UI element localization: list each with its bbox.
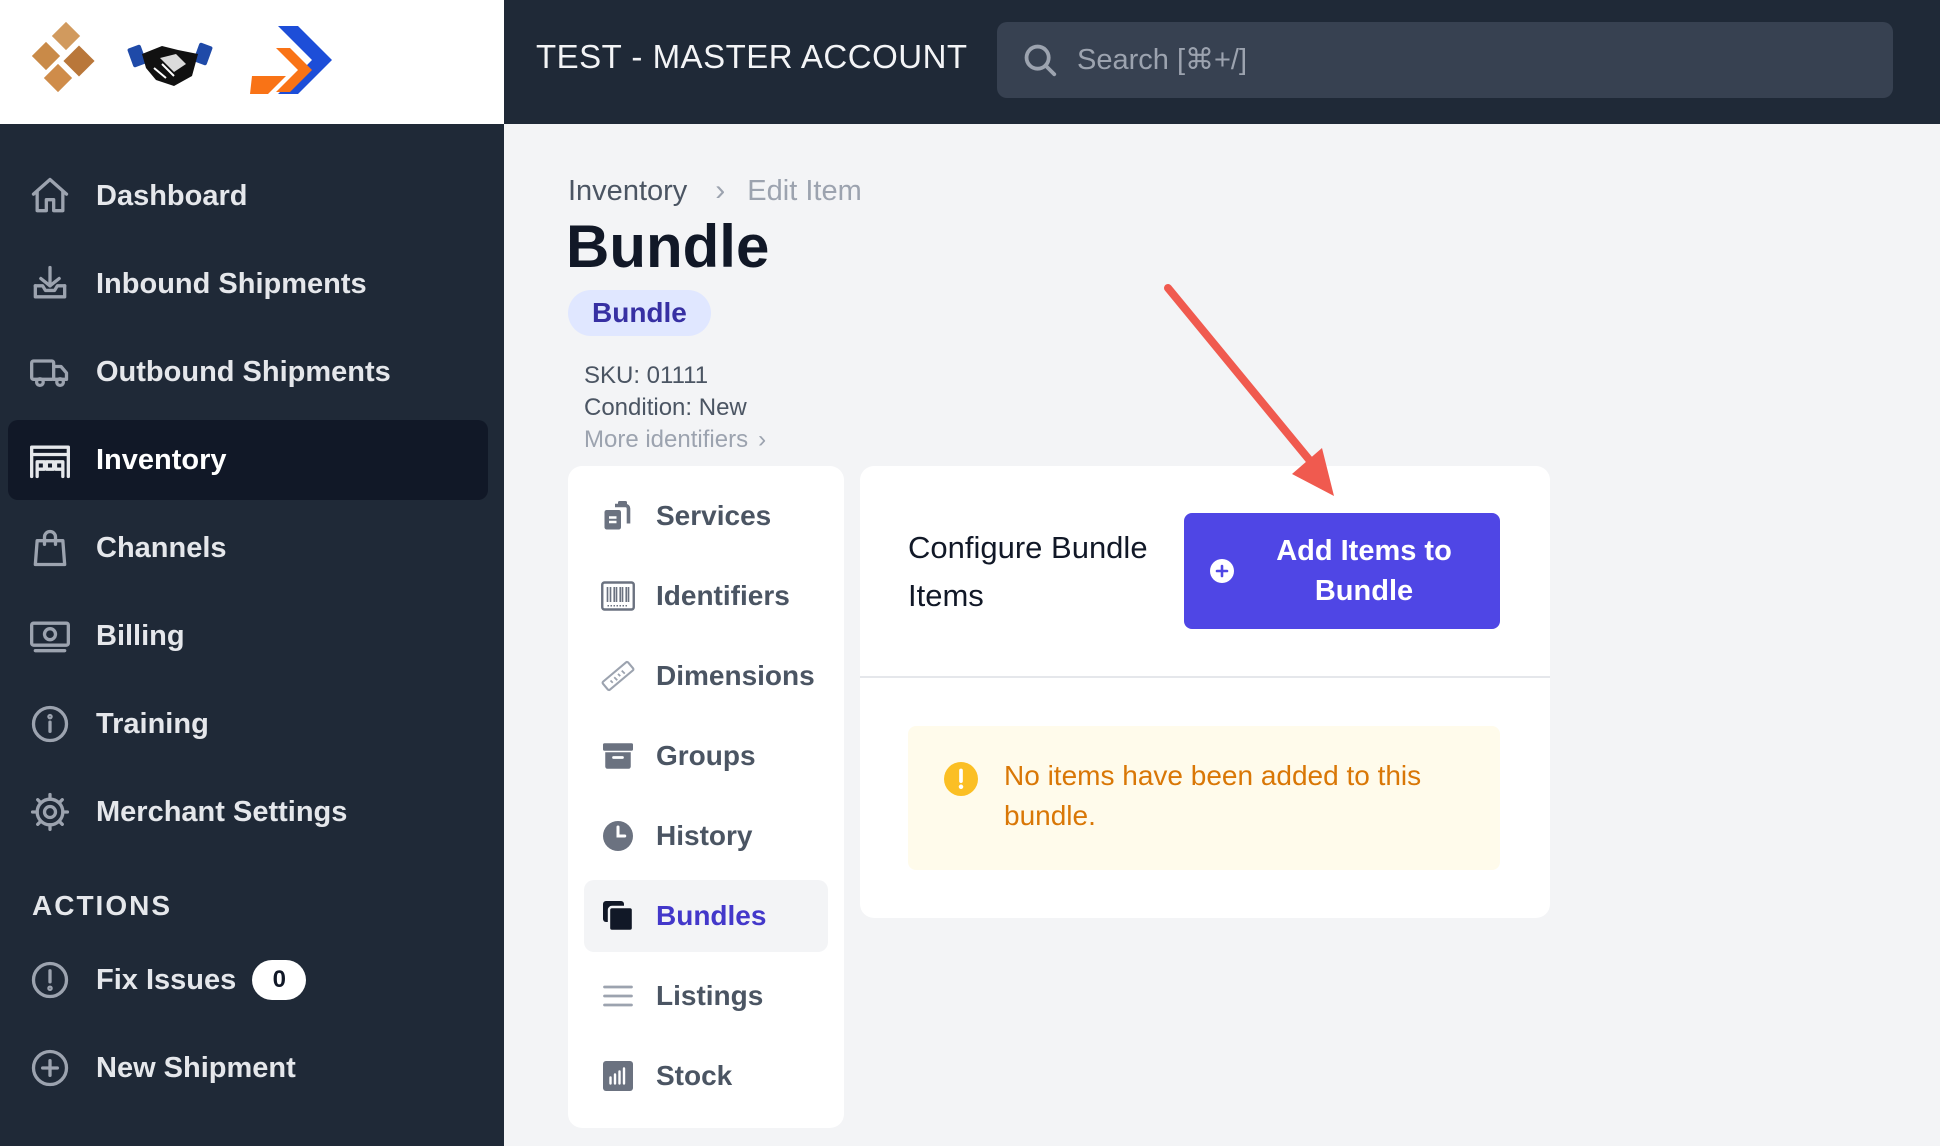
- subnav-item-stock[interactable]: Stock: [584, 1040, 828, 1112]
- barcode-icon: [598, 576, 638, 616]
- search-icon: [1024, 44, 1057, 77]
- issues-count-badge: 0: [252, 960, 307, 1000]
- sidebar-item-label: Outbound Shipments: [96, 355, 391, 388]
- search-bar[interactable]: [997, 22, 1893, 98]
- exclamation-circle-icon: [26, 956, 74, 1004]
- sidebar-item-outbound-shipments[interactable]: Outbound Shipments: [8, 332, 488, 412]
- sidebar-item-inbound-shipments[interactable]: Inbound Shipments: [8, 244, 488, 324]
- more-identifiers-link[interactable]: More identifiers ›: [584, 426, 766, 454]
- sidebar-item-label: New Shipment: [96, 1051, 296, 1084]
- shopping-bag-icon: [26, 524, 74, 572]
- subnav-item-history[interactable]: History: [584, 800, 828, 872]
- cog-icon: [26, 788, 74, 836]
- add-items-button-label: Add Items to Bundle: [1276, 535, 1452, 607]
- breadcrumb: Inventory › Edit Item: [568, 174, 862, 208]
- more-identifiers-label: More identifiers: [584, 426, 749, 453]
- sidebar-item-label: Training: [96, 707, 209, 740]
- subnav-item-label: Services: [656, 500, 772, 531]
- add-items-to-bundle-button[interactable]: Add Items to Bundle: [1184, 513, 1500, 629]
- empty-bundle-alert: No items have been added to this bundle.: [908, 726, 1500, 870]
- subnav-item-label: Groups: [656, 740, 756, 771]
- card-title: Configure Bundle Items: [908, 530, 1148, 613]
- exclamation-circle-icon: [944, 762, 978, 796]
- cash-icon: [26, 612, 74, 660]
- menu-lines-icon: [598, 976, 638, 1016]
- info-circle-icon: [26, 700, 74, 748]
- clock-icon: [598, 816, 638, 856]
- actions-section-title: ACTIONS: [32, 890, 172, 921]
- item-section-nav: Services Identifiers Dimensions Groups H…: [568, 466, 844, 1128]
- subnav-item-label: Listings: [656, 980, 764, 1011]
- sidebar-item-label: Fix Issues: [96, 963, 237, 996]
- subnav-item-listings[interactable]: Listings: [584, 960, 828, 1032]
- subnav-item-dimensions[interactable]: Dimensions: [584, 640, 828, 712]
- plus-circle-icon: [26, 1044, 74, 1092]
- sidebar-item-training[interactable]: Training: [8, 684, 488, 764]
- warehouse-icon: [26, 436, 74, 484]
- sidebar-action-new-shipment[interactable]: New Shipment: [8, 1028, 488, 1108]
- card-divider: [860, 676, 1550, 678]
- subnav-item-label: History: [656, 820, 753, 851]
- subnav-item-identifiers[interactable]: Identifiers: [584, 560, 828, 632]
- item-condition: Condition: New: [584, 394, 747, 421]
- subnav-item-bundles[interactable]: Bundles: [584, 880, 828, 952]
- sidebar-item-label: Inventory: [96, 443, 227, 476]
- item-sku: SKU: 01111: [584, 362, 709, 389]
- sidebar-item-inventory[interactable]: Inventory: [8, 420, 488, 500]
- home-icon: [26, 172, 74, 220]
- logo-bar: [0, 0, 504, 124]
- sidebar-item-billing[interactable]: Billing: [8, 596, 488, 676]
- subnav-item-groups[interactable]: Groups: [584, 720, 828, 792]
- sidebar-action-fix-issues[interactable]: Fix Issues 0: [8, 940, 488, 1020]
- top-header: TEST - MASTER ACCOUNT: [504, 0, 1940, 124]
- chevron-right-icon: ›: [758, 426, 767, 453]
- empty-bundle-message: No items have been added to this bundle.: [1004, 760, 1422, 831]
- subnav-item-label: Dimensions: [656, 660, 815, 691]
- diamond-logo[interactable]: [22, 20, 102, 104]
- arrow-logo[interactable]: [246, 20, 342, 104]
- sidebar-item-merchant-settings[interactable]: Merchant Settings: [8, 772, 488, 852]
- subnav-item-label: Bundles: [656, 900, 767, 931]
- account-title[interactable]: TEST - MASTER ACCOUNT: [536, 38, 968, 76]
- sidebar-item-label: Inbound Shipments: [96, 267, 367, 300]
- subnav-item-services[interactable]: Services: [584, 480, 828, 552]
- collection-icon: [598, 896, 638, 936]
- breadcrumb-inventory-link[interactable]: Inventory: [568, 175, 687, 208]
- sidebar: Dashboard Inbound Shipments Outbound Shi…: [0, 0, 504, 1146]
- page-title: Bundle: [566, 213, 770, 280]
- sidebar-item-label: Dashboard: [96, 179, 248, 212]
- chart-bar-icon: [598, 1056, 638, 1096]
- sidebar-item-label: Merchant Settings: [96, 795, 348, 828]
- subnav-item-label: Stock: [656, 1060, 733, 1091]
- clipboard-copy-icon: [598, 496, 638, 536]
- ruler-icon: [598, 656, 638, 696]
- search-input[interactable]: [1077, 43, 1837, 77]
- sidebar-item-label: Channels: [96, 531, 227, 564]
- inbox-icon: [26, 260, 74, 308]
- sidebar-item-dashboard[interactable]: Dashboard: [8, 156, 488, 236]
- chevron-right-icon: ›: [715, 174, 726, 207]
- archive-icon: [598, 736, 638, 776]
- handshake-logo[interactable]: [126, 20, 214, 104]
- sidebar-item-label: Billing: [96, 619, 185, 652]
- subnav-item-label: Identifiers: [656, 580, 790, 611]
- plus-circle-icon: [1210, 559, 1234, 583]
- truck-icon: [26, 348, 74, 396]
- item-type-badge: Bundle: [568, 290, 711, 336]
- breadcrumb-current: Edit Item: [747, 174, 862, 207]
- sidebar-item-channels[interactable]: Channels: [8, 508, 488, 588]
- bundle-config-card: Configure Bundle Items Add Items to Bund…: [860, 466, 1550, 918]
